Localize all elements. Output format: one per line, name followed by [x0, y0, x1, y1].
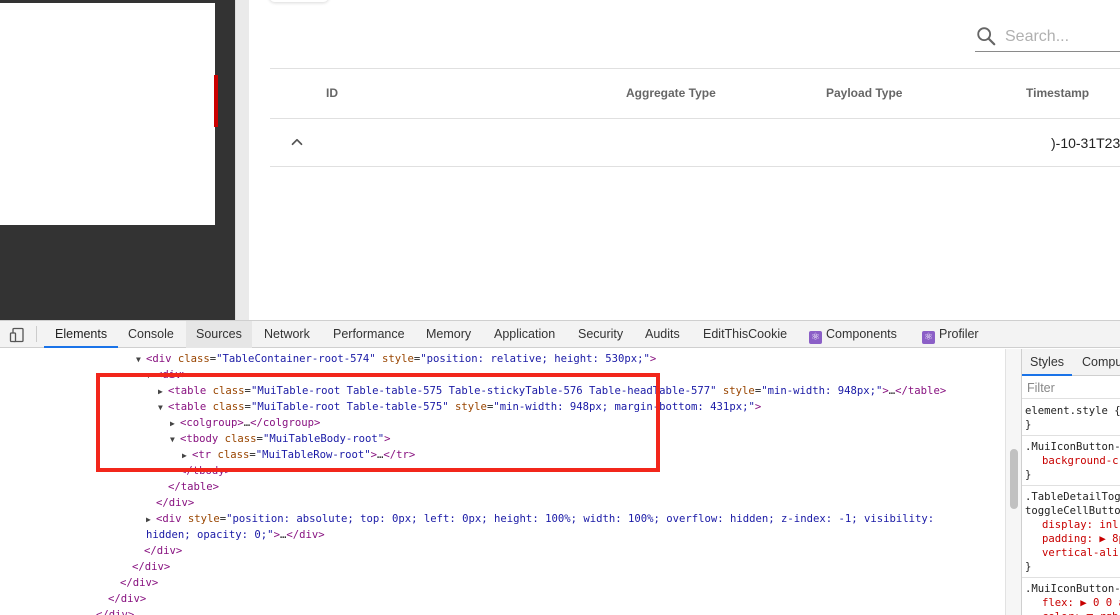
style-selector[interactable]: .TableDetailTog [1025, 490, 1120, 504]
styles-filter-input[interactable]: Filter [1022, 377, 1120, 399]
style-selector[interactable]: } [1025, 468, 1031, 482]
tab-components[interactable]: ⚛ Components [809, 321, 897, 348]
table-row: )-10-31T23 [270, 119, 1120, 167]
tab-styles[interactable]: Styles [1022, 349, 1073, 376]
dom-node-line[interactable]: ▼ <div class="TableContainer-root-574" st… [136, 351, 656, 367]
dom-token: </table> [168, 481, 220, 493]
card-shadow-edge [269, 0, 329, 2]
styles-tab-bar: Styles Compu [1022, 349, 1120, 376]
dom-token: "position: absolute; top: 0px; left: 0px… [226, 513, 935, 525]
dom-token: </div> [286, 529, 325, 541]
styles-pane: Styles Compu Filter element.style {} .Mui… [1021, 349, 1120, 615]
expand-triangle-closed-icon[interactable]: ▶ [146, 512, 156, 528]
dom-node-line[interactable]: </div> [156, 495, 194, 511]
react-icon: ⚛ [922, 331, 935, 344]
column-header-id[interactable]: ID [326, 86, 338, 100]
tab-separator [36, 326, 37, 342]
expand-triangle-open-icon[interactable]: ▼ [136, 352, 146, 368]
dom-token: style [382, 353, 414, 365]
style-property[interactable]: color: ■ rgb [1042, 610, 1119, 615]
style-selector[interactable]: .MuiIconButton- [1025, 582, 1120, 596]
style-selector[interactable]: element.style { [1025, 404, 1120, 418]
tab-application[interactable]: Application [494, 321, 555, 348]
column-header-payload-type[interactable]: Payload Type [826, 86, 902, 100]
search-icon [977, 27, 996, 46]
dom-token: </div> [132, 561, 171, 573]
column-header-aggregate-type[interactable]: Aggregate Type [626, 86, 716, 100]
tab-elements[interactable]: Elements [44, 321, 119, 348]
dom-token: </div> [96, 609, 135, 615]
tab-network[interactable]: Network [264, 321, 310, 348]
dom-token: > [754, 401, 762, 413]
red-highlight-annotation [96, 373, 660, 472]
dom-node-line[interactable]: </div> [144, 543, 182, 559]
search-input[interactable] [1005, 26, 1120, 48]
dom-token: </div> [144, 545, 183, 557]
dom-token: "position: relative; height: 530px;" [420, 353, 650, 365]
dom-token: > [649, 353, 657, 365]
style-rule-divider [1022, 485, 1120, 486]
dom-token: style [722, 385, 755, 397]
dom-token: </div> [120, 577, 159, 589]
app-main-content: ID Aggregate Type Payload Type Timestamp… [249, 0, 1120, 320]
style-selector[interactable]: toggleCellButto [1025, 504, 1120, 518]
dom-token: <div [146, 353, 178, 365]
style-selector[interactable]: } [1025, 418, 1031, 432]
device-toolbar-icon[interactable] [9, 327, 25, 343]
tab-audits[interactable]: Audits [645, 321, 680, 348]
tab-performance[interactable]: Performance [333, 321, 405, 348]
style-property[interactable]: flex: ▶ 0 0 a [1042, 596, 1120, 610]
react-icon: ⚛ [809, 331, 822, 344]
dom-token: "TableContainer-root-574" [216, 353, 382, 365]
style-rule-divider [1022, 435, 1120, 436]
dom-token: style [187, 513, 220, 525]
chevron-up-icon[interactable] [288, 133, 306, 151]
style-selector[interactable]: } [1025, 560, 1031, 574]
dom-node-line[interactable]: </div> [120, 575, 158, 591]
tab-components-label: Components [826, 327, 897, 341]
dom-token: class [177, 353, 210, 365]
style-property[interactable]: background-c [1042, 454, 1119, 468]
white-card [0, 3, 215, 225]
dom-token: <div [156, 513, 188, 525]
tab-sources[interactable]: Sources [186, 321, 252, 348]
elements-scrollbar[interactable] [1005, 349, 1021, 615]
dom-node-line[interactable]: ▶ <div style="position: absolute; top: 0p… [146, 511, 934, 527]
devtools-panel: Elements Console Sources Network Perform… [0, 320, 1120, 615]
tab-computed[interactable]: Compu [1082, 349, 1120, 376]
timestamp-cell: )-10-31T23 [1051, 135, 1120, 151]
style-property[interactable]: padding: ▶ 8p [1042, 532, 1120, 546]
dom-node-line[interactable]: </div> [132, 559, 170, 575]
red-accent-bar [214, 75, 218, 127]
sidebar-divider [235, 0, 249, 320]
table-header-row: ID Aggregate Type Payload Type Timestamp [270, 68, 1120, 119]
dom-node-line[interactable]: hidden; opacity: 0;">…</div> [146, 527, 325, 543]
dom-token: "min-width: 948px;" [761, 385, 883, 397]
dom-token: hidden; opacity: 0;" [146, 529, 274, 541]
devtools-tab-bar: Elements Console Sources Network Perform… [0, 321, 1120, 348]
style-selector[interactable]: .MuiIconButton- [1025, 440, 1120, 454]
scrollbar-thumb[interactable] [1010, 449, 1018, 509]
dom-token: </div> [108, 593, 147, 605]
dom-node-line[interactable]: </table> [168, 479, 219, 495]
dom-node-line[interactable]: </div> [96, 607, 134, 615]
tab-security[interactable]: Security [578, 321, 623, 348]
style-property[interactable]: display: inl [1042, 518, 1119, 532]
tab-memory[interactable]: Memory [426, 321, 471, 348]
dom-token: </div> [156, 497, 195, 509]
style-property[interactable]: vertical-ali [1042, 546, 1119, 560]
dom-token: </table> [895, 385, 947, 397]
search-field[interactable] [975, 22, 1120, 52]
style-rule-divider [1022, 577, 1120, 578]
tab-profiler[interactable]: ⚛ Profiler [922, 321, 979, 348]
tab-console[interactable]: Console [128, 321, 174, 348]
column-header-timestamp[interactable]: Timestamp [1026, 86, 1089, 100]
app-left-panel [0, 0, 235, 320]
dom-node-line[interactable]: </div> [108, 591, 146, 607]
tab-profiler-label: Profiler [939, 327, 979, 341]
tab-editthiscookie[interactable]: EditThisCookie [703, 321, 787, 348]
